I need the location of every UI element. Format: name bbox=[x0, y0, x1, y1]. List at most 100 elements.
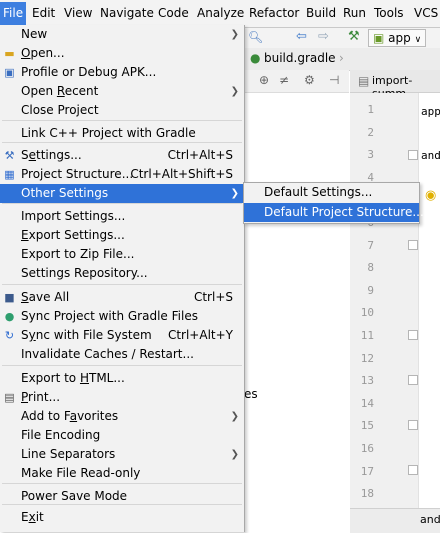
submenu-arrow-icon: ❯ bbox=[230, 411, 239, 422]
menu-item-label: Profile or Debug APK... bbox=[21, 65, 157, 79]
collapse-icon[interactable]: ≠ bbox=[279, 73, 289, 87]
menu-item-open[interactable]: ▬ Open... bbox=[0, 44, 243, 63]
menu-item-invalidate-caches-restart[interactable]: Invalidate Caches / Restart... bbox=[0, 345, 243, 364]
zoom-icon[interactable]: 🔍︎ bbox=[248, 30, 263, 44]
menu-item-export-settings[interactable]: Export Settings... bbox=[0, 226, 243, 245]
menu-item-sync-with-file-system[interactable]: ↻ Sync with File System Ctrl+Alt+Y bbox=[0, 326, 243, 345]
fold-marker-icon[interactable] bbox=[408, 375, 418, 385]
run-config-label: app bbox=[388, 31, 411, 45]
nav-file-crumb[interactable]: build.gradle bbox=[264, 51, 336, 65]
gear-icon[interactable]: ⚙ bbox=[304, 73, 315, 87]
menu-item-label: File Encoding bbox=[21, 428, 101, 442]
menu-item-label: Export Settings... bbox=[21, 228, 125, 242]
run-config-select[interactable]: ▣ app ∨ bbox=[368, 29, 427, 47]
menu-item-project-structure[interactable]: ▦ Project Structure... Ctrl+Alt+Shift+S bbox=[0, 165, 243, 184]
line-number: 16 bbox=[360, 442, 374, 455]
line-number: 2 bbox=[367, 125, 374, 139]
line-number: 14 bbox=[360, 396, 374, 410]
menu-item-add-to-favorites[interactable]: Add to Favorites ❯ bbox=[0, 407, 243, 426]
gradle-sync-icon: ● bbox=[4, 310, 15, 323]
submenu-arrow-icon: ❯ bbox=[230, 188, 239, 199]
menu-item-label: Export to Zip File... bbox=[21, 247, 135, 261]
menu-item-new[interactable]: New ❯ bbox=[0, 25, 243, 44]
menu-item-open-recent[interactable]: Open Recent ❯ bbox=[0, 82, 243, 101]
menu-item-shortcut: Ctrl+S bbox=[193, 290, 233, 304]
menu-item-label: Sync with File System bbox=[21, 328, 152, 342]
menu-separator bbox=[2, 365, 242, 366]
menu-item-print[interactable]: ▤ Print... bbox=[0, 388, 243, 407]
menu-separator bbox=[2, 483, 242, 484]
line-number: 12 bbox=[360, 351, 374, 365]
scope-icon[interactable]: ⊕ bbox=[259, 73, 269, 87]
back-arrow-icon[interactable]: ⇦ bbox=[296, 29, 307, 44]
navigation-bar: ● build.gradle › bbox=[244, 48, 440, 71]
line-number: 3 bbox=[367, 148, 374, 162]
menu-item-profile-or-debug-apk[interactable]: ▣ Profile or Debug APK... bbox=[0, 63, 243, 82]
lightbulb-icon[interactable]: ◉ bbox=[425, 188, 436, 203]
menu-navigate[interactable]: Navigate bbox=[100, 6, 154, 20]
line-number: 18 bbox=[360, 487, 374, 501]
menu-item-settings[interactable]: ⚒ Settings... Ctrl+Alt+S bbox=[0, 146, 243, 165]
chevron-right-icon: › bbox=[339, 51, 344, 65]
status-bar: and bbox=[350, 508, 440, 533]
menu-item-settings-repository[interactable]: Settings Repository... bbox=[0, 264, 243, 283]
line-number: 15 bbox=[360, 419, 374, 433]
menu-item-label: Sync Project with Gradle Files bbox=[21, 309, 198, 323]
menu-item-label: Open... bbox=[21, 46, 65, 60]
menu-item-other-settings[interactable]: Other Settings ❯ bbox=[0, 184, 243, 203]
menu-item-sync-project-with-gradle-files[interactable]: ● Sync Project with Gradle Files bbox=[0, 307, 243, 326]
line-number: 11 bbox=[360, 329, 374, 342]
submenu-item-default-settings[interactable]: Default Settings... bbox=[244, 183, 419, 202]
menu-item-save-all[interactable]: ■ Save All Ctrl+S bbox=[0, 288, 243, 307]
menu-item-label: Line Separators bbox=[21, 447, 116, 461]
menu-separator bbox=[2, 284, 242, 285]
menu-item-label: Save All bbox=[21, 290, 70, 304]
project-toolbar: ⊕ ≠ ⚙ ⊣ bbox=[244, 70, 349, 93]
menu-item-label: Project Structure... bbox=[21, 167, 134, 181]
menu-item-make-file-read-only[interactable]: Make File Read-only bbox=[0, 464, 243, 483]
android-icon: ▣ bbox=[373, 31, 385, 45]
menu-view[interactable]: View bbox=[64, 6, 92, 20]
other-settings-submenu: Default Settings... Default Project Stru… bbox=[243, 182, 424, 224]
menu-item-shortcut: Ctrl+Alt+Y bbox=[167, 328, 233, 342]
menu-item-import-settings[interactable]: Import Settings... bbox=[0, 207, 243, 226]
line-number: 9 bbox=[367, 283, 374, 297]
menu-code[interactable]: Code bbox=[158, 6, 189, 20]
line-number: 10 bbox=[360, 306, 374, 320]
fold-marker-icon[interactable] bbox=[408, 420, 418, 430]
forward-arrow-icon[interactable]: ⇨ bbox=[318, 29, 329, 44]
line-number: 7 bbox=[367, 238, 374, 252]
code-line: and bbox=[421, 149, 440, 162]
make-hammer-icon[interactable]: ⚒ bbox=[348, 29, 360, 44]
project-structure-icon: ▦ bbox=[4, 168, 15, 181]
fold-marker-icon[interactable] bbox=[408, 150, 418, 160]
menu-analyze[interactable]: Analyze bbox=[197, 6, 244, 20]
menu-refactor[interactable]: Refactor bbox=[249, 6, 299, 20]
fold-marker-icon[interactable] bbox=[408, 240, 418, 250]
menu-edit[interactable]: Edit bbox=[32, 6, 55, 20]
editor-area[interactable]: app and ◉ bbox=[419, 93, 440, 508]
line-number: 8 bbox=[367, 261, 374, 275]
folder-icon: ▬ bbox=[4, 47, 15, 60]
menu-tools[interactable]: Tools bbox=[374, 6, 404, 20]
menu-item-export-to-html[interactable]: Export to HTML... bbox=[0, 369, 243, 388]
fold-marker-icon[interactable] bbox=[408, 465, 418, 475]
menu-item-label: Settings... bbox=[21, 148, 82, 162]
menu-item-link-c++-project-with-gradle[interactable]: Link C++ Project with Gradle bbox=[0, 124, 243, 143]
submenu-item-default-project-structure[interactable]: Default Project Structure... bbox=[244, 203, 424, 222]
hide-icon[interactable]: ⊣ bbox=[329, 73, 339, 87]
menu-item-label: Link C++ Project with Gradle bbox=[21, 126, 196, 140]
menu-item-exit[interactable]: Exit bbox=[0, 508, 243, 527]
menu-item-label: Open Recent bbox=[21, 84, 99, 98]
menu-item-line-separators[interactable]: Line Separators ❯ bbox=[0, 445, 243, 464]
menu-file[interactable]: File bbox=[0, 2, 27, 25]
menu-item-export-to-zip-file[interactable]: Export to Zip File... bbox=[0, 245, 243, 264]
menu-item-close-project[interactable]: Close Project bbox=[0, 101, 243, 120]
menu-run[interactable]: Run bbox=[343, 6, 366, 20]
menu-item-label: Export to HTML... bbox=[21, 371, 125, 385]
fold-marker-icon[interactable] bbox=[408, 330, 418, 340]
menu-vcs[interactable]: VCS bbox=[414, 6, 438, 20]
menu-item-label: Close Project bbox=[21, 103, 99, 117]
menu-build[interactable]: Build bbox=[306, 6, 336, 20]
menu-item-file-encoding[interactable]: File Encoding bbox=[0, 426, 243, 445]
